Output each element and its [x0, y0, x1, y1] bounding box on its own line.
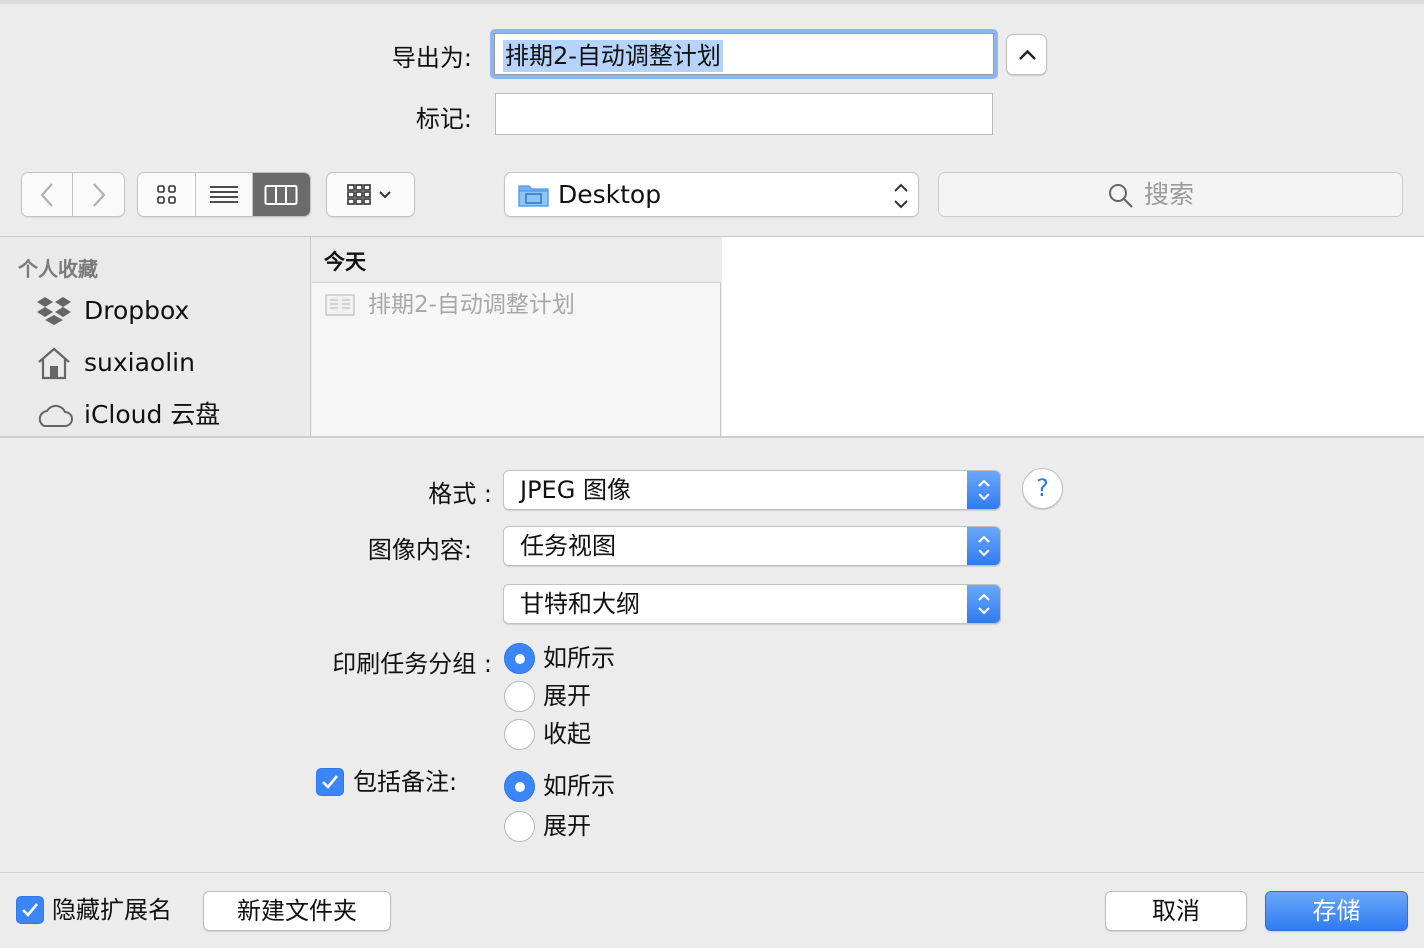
save-as-value[interactable]: 排期2-自动调整计划 [503, 40, 723, 72]
forward-button[interactable] [73, 173, 124, 216]
sidebar-section-title: 个人收藏 [18, 257, 98, 281]
column-view-button[interactable] [252, 173, 310, 216]
save-button[interactable]: 存储 [1265, 891, 1408, 931]
print-group-radio-as-shown[interactable] [504, 643, 535, 674]
cancel-button[interactable]: 取消 [1105, 891, 1247, 931]
grid-icon [156, 184, 176, 204]
columns-icon [264, 184, 298, 205]
notes-radio-as-shown[interactable] [504, 771, 535, 802]
updown-arrows-icon [894, 183, 908, 209]
file-name: 排期2-自动调整计划 [368, 292, 575, 318]
image-content-label: 图像内容: [367, 536, 472, 564]
notes-option-label: 如所示 [543, 772, 615, 800]
arrange-button[interactable] [327, 173, 414, 216]
back-button[interactable] [22, 173, 74, 216]
print-group-radio-collapse[interactable] [504, 719, 535, 750]
list-item[interactable]: 排期2-自动调整计划 [312, 287, 721, 325]
arrange-menu[interactable] [326, 172, 415, 217]
cloud-icon [38, 404, 73, 427]
image-content-sub-popup[interactable]: 甘特和大纲 [503, 584, 1001, 624]
history-nav [21, 172, 125, 217]
updown-arrows-icon [967, 527, 1000, 565]
group-icon [346, 183, 391, 205]
tags-label: 标记: [415, 105, 472, 133]
sidebar-item-icloud[interactable]: iCloud 云盘 [0, 397, 310, 435]
save-as-label: 导出为: [391, 44, 472, 72]
include-notes-label[interactable]: 包括备注: [353, 766, 457, 798]
notes-radio-expand[interactable] [504, 811, 535, 842]
hide-extension-checkbox[interactable] [16, 896, 44, 924]
column-header-label: 今天 [324, 250, 366, 274]
checkmark-icon [322, 775, 339, 789]
new-folder-button[interactable]: 新建文件夹 [203, 891, 391, 931]
print-group-option-label: 展开 [543, 682, 591, 710]
updown-arrows-icon [967, 585, 1000, 623]
chevron-down-icon [378, 190, 391, 198]
format-label: 格式 : [428, 480, 492, 508]
format-popup[interactable]: JPEG 图像 [503, 470, 1001, 510]
column-header: 今天 [312, 237, 721, 283]
sidebar: 个人收藏 Dropbox suxiaolin iCloud 云盘 [0, 237, 311, 436]
image-content-sub-value: 甘特和大纲 [520, 590, 640, 618]
print-group-label: 印刷任务分组 : [332, 650, 492, 678]
tags-field[interactable] [495, 93, 993, 135]
home-icon [38, 347, 70, 380]
image-content-popup[interactable]: 任务视图 [503, 526, 1001, 566]
window-top-edge [0, 0, 1424, 4]
notes-option-label: 展开 [543, 812, 591, 840]
search-field[interactable]: 搜索 [938, 172, 1403, 217]
location-popup[interactable]: Desktop [504, 172, 919, 217]
checkmark-icon [22, 903, 39, 917]
list-view-button[interactable] [196, 173, 253, 216]
preview-column [722, 237, 1424, 436]
folder-icon [518, 185, 549, 207]
search-placeholder: 搜索 [1144, 180, 1195, 209]
view-mode-switch [137, 172, 311, 217]
sidebar-item-dropbox[interactable]: Dropbox [0, 293, 310, 333]
print-group-option-label: 收起 [543, 720, 591, 748]
print-group-radio-expand[interactable] [504, 681, 535, 712]
browser-bottom-divider [0, 436, 1424, 438]
dropbox-icon [37, 297, 71, 325]
document-icon [325, 294, 355, 316]
sidebar-item-label: Dropbox [84, 296, 190, 325]
location-label: Desktop [558, 180, 662, 209]
search-icon [1109, 184, 1133, 208]
updown-arrows-icon [967, 471, 1000, 509]
footer-divider [0, 872, 1424, 873]
image-content-value: 任务视图 [520, 532, 616, 560]
chevron-up-icon [1019, 49, 1036, 60]
expand-dialog-button[interactable] [1006, 34, 1047, 75]
include-notes-checkbox[interactable] [316, 768, 344, 796]
icon-view-button[interactable] [138, 173, 197, 216]
help-button[interactable]: ? [1022, 468, 1063, 509]
sidebar-item-label: suxiaolin [84, 348, 195, 377]
sidebar-item-home[interactable]: suxiaolin [0, 345, 310, 385]
chevron-left-icon [40, 182, 53, 207]
save-as-field[interactable]: 排期2-自动调整计划 [490, 29, 998, 79]
chevron-right-icon [92, 182, 105, 207]
print-group-option-label: 如所示 [543, 644, 615, 672]
format-value: JPEG 图像 [520, 476, 631, 504]
hide-extension-label[interactable]: 隐藏扩展名 [52, 894, 172, 926]
list-icon [210, 185, 238, 203]
sidebar-item-label: iCloud 云盘 [84, 400, 221, 429]
